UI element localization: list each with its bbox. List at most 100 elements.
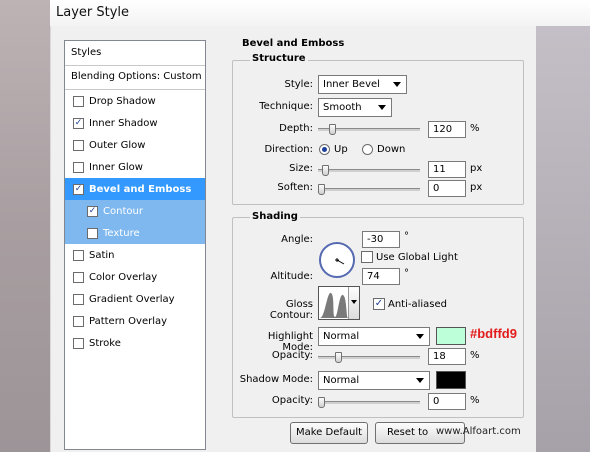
- style-checkbox[interactable]: [73, 249, 84, 261]
- depth-slider-thumb[interactable]: [329, 124, 336, 135]
- style-item-label: Contour: [103, 205, 143, 217]
- highlight-opacity-thumb[interactable]: [335, 352, 342, 363]
- altitude-unit: °: [404, 268, 409, 279]
- style-item-label: Outer Glow: [89, 139, 146, 151]
- section-title: Bevel and Emboss: [242, 38, 345, 49]
- style-checkbox[interactable]: [73, 95, 84, 107]
- shadow-opacity-unit: %: [470, 395, 480, 406]
- highlight-color-swatch[interactable]: [436, 327, 466, 345]
- style-item-label: Satin: [89, 249, 115, 261]
- shading-legend: Shading: [250, 211, 300, 222]
- shadow-color-swatch[interactable]: [436, 371, 466, 389]
- make-default-button[interactable]: Make Default: [290, 422, 368, 444]
- style-checkbox[interactable]: [73, 293, 84, 305]
- global-light-label: Use Global Light: [376, 252, 458, 263]
- styles-list: Styles Blending Options: Custom Drop Sha…: [64, 40, 206, 450]
- style-item-label: Texture: [103, 227, 140, 239]
- size-slider-thumb[interactable]: [322, 165, 329, 176]
- highlight-mode-value: Normal: [323, 331, 360, 342]
- style-item-stroke[interactable]: Stroke: [65, 332, 205, 354]
- highlight-opacity-slider[interactable]: [318, 352, 420, 363]
- style-item-gradient-overlay[interactable]: Gradient Overlay: [65, 288, 205, 310]
- style-checkbox[interactable]: [87, 227, 98, 239]
- style-item-inner-shadow[interactable]: ✓ Inner Shadow: [65, 112, 205, 134]
- soften-slider-thumb[interactable]: [318, 184, 325, 195]
- style-checkbox[interactable]: [73, 315, 84, 327]
- depth-input[interactable]: 120: [428, 121, 466, 138]
- style-checkbox[interactable]: [73, 139, 84, 151]
- shadow-mode-select[interactable]: Normal: [318, 371, 430, 390]
- soften-label: Soften:: [277, 182, 313, 193]
- style-checkbox[interactable]: [73, 271, 84, 283]
- style-item-label: Color Overlay: [89, 271, 158, 283]
- style-item-satin[interactable]: Satin: [65, 244, 205, 266]
- style-item-label: Pattern Overlay: [89, 315, 168, 327]
- direction-up-radio[interactable]: [319, 144, 330, 155]
- technique-label: Technique:: [259, 101, 313, 112]
- style-item-label: Stroke: [89, 337, 121, 349]
- gloss-contour-preview-icon: [319, 287, 349, 319]
- style-item-color-overlay[interactable]: Color Overlay: [65, 266, 205, 288]
- technique-select[interactable]: Smooth: [318, 98, 392, 117]
- direction-label: Direction:: [264, 144, 313, 155]
- style-checkbox[interactable]: ✓: [73, 183, 84, 195]
- blending-options[interactable]: Blending Options: Custom: [65, 66, 205, 90]
- style-checkbox[interactable]: [73, 161, 84, 173]
- chevron-down-icon: [416, 378, 424, 383]
- structure-legend: Structure: [250, 53, 308, 64]
- shadow-opacity-label: Opacity:: [271, 395, 313, 406]
- shadow-opacity-thumb[interactable]: [318, 397, 325, 408]
- gloss-contour-label: Gloss Contour:: [269, 299, 313, 321]
- style-item-bevel-and-emboss[interactable]: ✓ Bevel and Emboss: [65, 178, 205, 200]
- highlight-opacity-input[interactable]: 18: [428, 348, 466, 365]
- chevron-down-icon: [393, 82, 401, 87]
- size-unit: px: [470, 163, 483, 174]
- depth-unit: %: [470, 123, 480, 134]
- styles-header[interactable]: Styles: [65, 41, 205, 66]
- style-item-label: Gradient Overlay: [89, 293, 175, 305]
- highlight-opacity-label: Opacity:: [271, 350, 313, 361]
- direction-down-radio[interactable]: [362, 144, 373, 155]
- angle-label: Angle:: [281, 234, 313, 245]
- highlight-mode-select[interactable]: Normal: [318, 327, 430, 346]
- depth-slider[interactable]: [318, 124, 420, 135]
- angle-input[interactable]: -30: [362, 231, 400, 248]
- altitude-label: Altitude:: [270, 271, 313, 282]
- direction-down-label: Down: [377, 144, 406, 155]
- style-checkbox[interactable]: [73, 337, 84, 349]
- soften-slider[interactable]: [318, 184, 420, 195]
- style-item-contour[interactable]: ✓ Contour: [65, 200, 205, 222]
- style-item-pattern-overlay[interactable]: Pattern Overlay: [65, 310, 205, 332]
- style-select[interactable]: Inner Bevel: [318, 75, 407, 94]
- size-label: Size:: [289, 163, 313, 174]
- gloss-contour-picker[interactable]: [318, 286, 360, 320]
- chevron-down-icon: [351, 300, 357, 304]
- soften-input[interactable]: 0: [428, 180, 466, 197]
- shadow-mode-label: Shadow Mode:: [239, 374, 313, 385]
- angle-dial[interactable]: [318, 241, 356, 279]
- soften-unit: px: [470, 182, 483, 193]
- direction-up-label: Up: [334, 144, 348, 155]
- style-item-label: Bevel and Emboss: [89, 183, 192, 195]
- highlight-hex-annotation: #bdffd9: [470, 326, 517, 341]
- style-checkbox[interactable]: ✓: [73, 117, 84, 129]
- chevron-down-icon: [416, 334, 424, 339]
- style-label: Style:: [284, 79, 314, 90]
- style-item-inner-glow[interactable]: Inner Glow: [65, 156, 205, 178]
- anti-aliased-checkbox[interactable]: ✓: [373, 298, 385, 310]
- shadow-opacity-slider[interactable]: [318, 397, 420, 408]
- style-checkbox[interactable]: ✓: [87, 205, 98, 217]
- title-bar: [50, 0, 590, 26]
- gloss-contour-dropdown[interactable]: [348, 287, 359, 319]
- global-light-checkbox[interactable]: [361, 251, 373, 263]
- background-right: [536, 26, 590, 452]
- style-item-texture[interactable]: Texture: [65, 222, 205, 244]
- watermark: www.Alfoart.com: [436, 426, 521, 437]
- chevron-down-icon: [378, 105, 386, 110]
- size-input[interactable]: 11: [428, 161, 466, 178]
- style-item-drop-shadow[interactable]: Drop Shadow: [65, 90, 205, 112]
- size-slider[interactable]: [318, 165, 420, 176]
- style-item-outer-glow[interactable]: Outer Glow: [65, 134, 205, 156]
- shadow-opacity-input[interactable]: 0: [428, 393, 466, 410]
- altitude-input[interactable]: 74: [362, 268, 400, 285]
